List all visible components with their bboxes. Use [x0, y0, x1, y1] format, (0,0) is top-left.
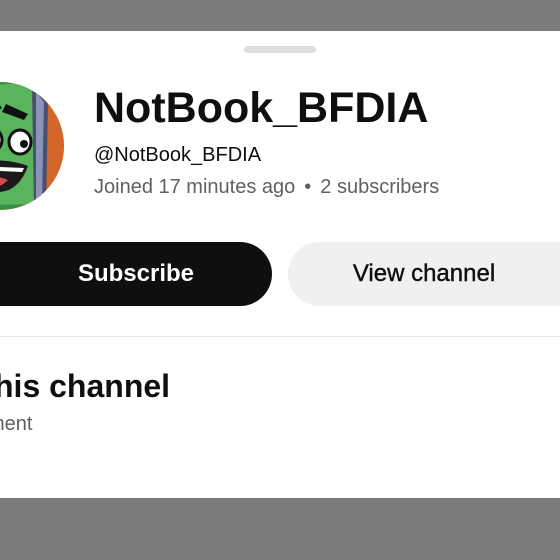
channel-meta: Joined 17 minutes ago • 2 subscribers	[94, 176, 439, 199]
channel-bottom-sheet: NotBook_BFDIA @NotBook_BFDIA Joined 17 m…	[0, 31, 560, 498]
section-divider	[0, 336, 560, 337]
subscribe-button[interactable]: Subscribe	[0, 242, 272, 306]
channel-handle: @NotBook_BFDIA	[94, 144, 262, 166]
view-channel-button-label: View channel	[352, 260, 496, 287]
sheet-drag-handle[interactable]	[244, 46, 316, 53]
channel-name: NotBook_BFDIA	[94, 84, 429, 132]
subscriber-count: 2 subscribers	[320, 176, 440, 198]
section-subtitle: ment	[0, 413, 33, 435]
avatar-image	[0, 82, 64, 210]
view-channel-button[interactable]: View channel	[288, 242, 560, 306]
subscribe-button-label: Subscribe	[77, 260, 195, 287]
joined-text: Joined 17 minutes ago	[94, 176, 296, 198]
channel-avatar[interactable]	[0, 82, 64, 210]
section-title: his channel	[0, 368, 171, 404]
meta-separator: •	[304, 176, 312, 198]
